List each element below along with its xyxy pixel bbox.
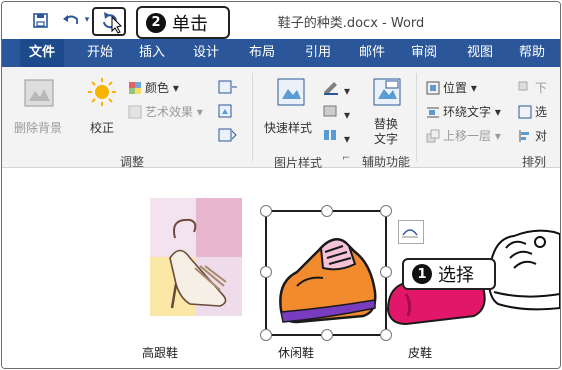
picture-layout-icon[interactable]: ▾ — [322, 127, 350, 146]
select-callout-text: 选择 — [438, 265, 474, 286]
step-1-badge: 1 — [412, 264, 432, 284]
picture-effects-icon[interactable]: ▾ — [322, 103, 350, 122]
corrections-label: 校正 — [90, 121, 115, 135]
quick-styles-icon — [277, 78, 305, 106]
wrap-text-icon — [427, 107, 439, 118]
align-label: 对 — [535, 129, 548, 143]
position-label: 位置 — [443, 81, 468, 95]
remove-background-button[interactable]: 删除背景 — [12, 75, 68, 141]
ribbon-tabs: 文件 开始 插入 设计 布局 引用 邮件 审阅 视图 帮助 — [2, 39, 560, 67]
ribbon-picture-format: 删除背景 校正 颜色 ▾ 艺术效果 ▾ 调整 快速样式 ▾ ▾ ▾ 替换 文字 … — [2, 67, 560, 170]
align-icon — [519, 130, 529, 142]
align-button[interactable]: 对 — [518, 127, 547, 144]
resize-handle[interactable] — [260, 266, 272, 278]
tab-home[interactable]: 开始 — [80, 39, 120, 67]
resize-handle[interactable] — [380, 205, 392, 217]
alt-text-button[interactable]: 替换 文字 — [366, 75, 410, 147]
reset-picture-icon[interactable] — [218, 127, 238, 146]
word-window: ▾ 2 单击 鞋子的种类.docx - Word 文件 开始 插入 设计 布局 … — [1, 1, 561, 369]
quick-styles-button[interactable]: 快速样式 — [260, 75, 322, 147]
artistic-effects-label: 艺术效果 — [145, 105, 194, 119]
wrap-text-button[interactable]: 环绕文字 ▾ — [426, 103, 501, 120]
tab-review[interactable]: 审阅 — [404, 39, 444, 67]
casual-shoe-picture[interactable] — [260, 205, 392, 341]
picture-styles-launcher-icon[interactable]: ⌐ — [342, 153, 350, 164]
resize-handle[interactable] — [260, 205, 272, 217]
tab-layout[interactable]: 布局 — [242, 39, 282, 67]
color-icon — [129, 82, 141, 94]
bring-forward-button[interactable]: 上移一层 ▾ — [426, 127, 501, 144]
tab-references[interactable]: 引用 — [298, 39, 338, 67]
caption-high-heel: 高跟鞋 — [142, 346, 179, 360]
group-separator — [416, 73, 417, 161]
corrections-button[interactable]: 校正 — [82, 75, 122, 141]
sun-icon — [88, 78, 116, 106]
remove-background-icon — [24, 79, 54, 107]
bring-forward-icon — [426, 129, 440, 143]
title-bar: ▾ 2 单击 鞋子的种类.docx - Word — [2, 2, 560, 39]
compress-pictures-icon[interactable] — [218, 79, 238, 98]
tab-view[interactable]: 视图 — [460, 39, 500, 67]
document-title: 鞋子的种类.docx - Word — [277, 16, 425, 31]
document-body: 高跟鞋 休闲鞋 皮鞋 1 选择 — [2, 168, 560, 368]
resize-handle[interactable] — [321, 205, 333, 217]
artistic-effects-button[interactable]: 艺术效果 ▾ — [128, 103, 203, 120]
artistic-effects-icon — [128, 105, 142, 119]
alt-text-label-2: 文字 — [374, 132, 399, 146]
wrap-text-label: 环绕文字 — [443, 105, 492, 119]
quick-styles-label: 快速样式 — [264, 121, 313, 135]
tab-help[interactable]: 帮助 — [512, 39, 552, 67]
color-button[interactable]: 颜色 ▾ — [128, 79, 179, 96]
remove-background-label: 删除背景 — [14, 121, 63, 135]
caption-casual: 休闲鞋 — [278, 346, 315, 360]
color-label: 颜色 — [145, 81, 170, 95]
caption-leather: 皮鞋 — [408, 346, 433, 360]
picture-border-icon[interactable]: ▾ — [322, 79, 350, 98]
resize-handle[interactable] — [321, 329, 333, 341]
group-separator — [252, 73, 253, 161]
tab-insert[interactable]: 插入 — [132, 39, 172, 67]
selection-pane-button[interactable]: 选 — [518, 103, 547, 120]
tab-file[interactable]: 文件 — [20, 39, 64, 67]
selection-pane-icon — [518, 105, 532, 119]
alt-text-icon — [373, 78, 401, 106]
send-backward-button[interactable]: 下 — [518, 79, 547, 96]
send-backward-icon — [518, 81, 528, 91]
select-callout: 1 选择 — [402, 258, 496, 290]
selection-pane-label: 选 — [535, 105, 548, 119]
bring-forward-label: 上移一层 — [443, 129, 492, 143]
send-backward-label: 下 — [535, 81, 548, 95]
high-heel-picture[interactable] — [150, 198, 242, 316]
tab-design[interactable]: 设计 — [186, 39, 226, 67]
change-picture-icon[interactable] — [218, 103, 238, 122]
position-icon — [426, 81, 440, 95]
position-button[interactable]: 位置 ▾ — [426, 79, 477, 96]
resize-handle[interactable] — [260, 329, 272, 341]
tab-mailings[interactable]: 邮件 — [352, 39, 392, 67]
